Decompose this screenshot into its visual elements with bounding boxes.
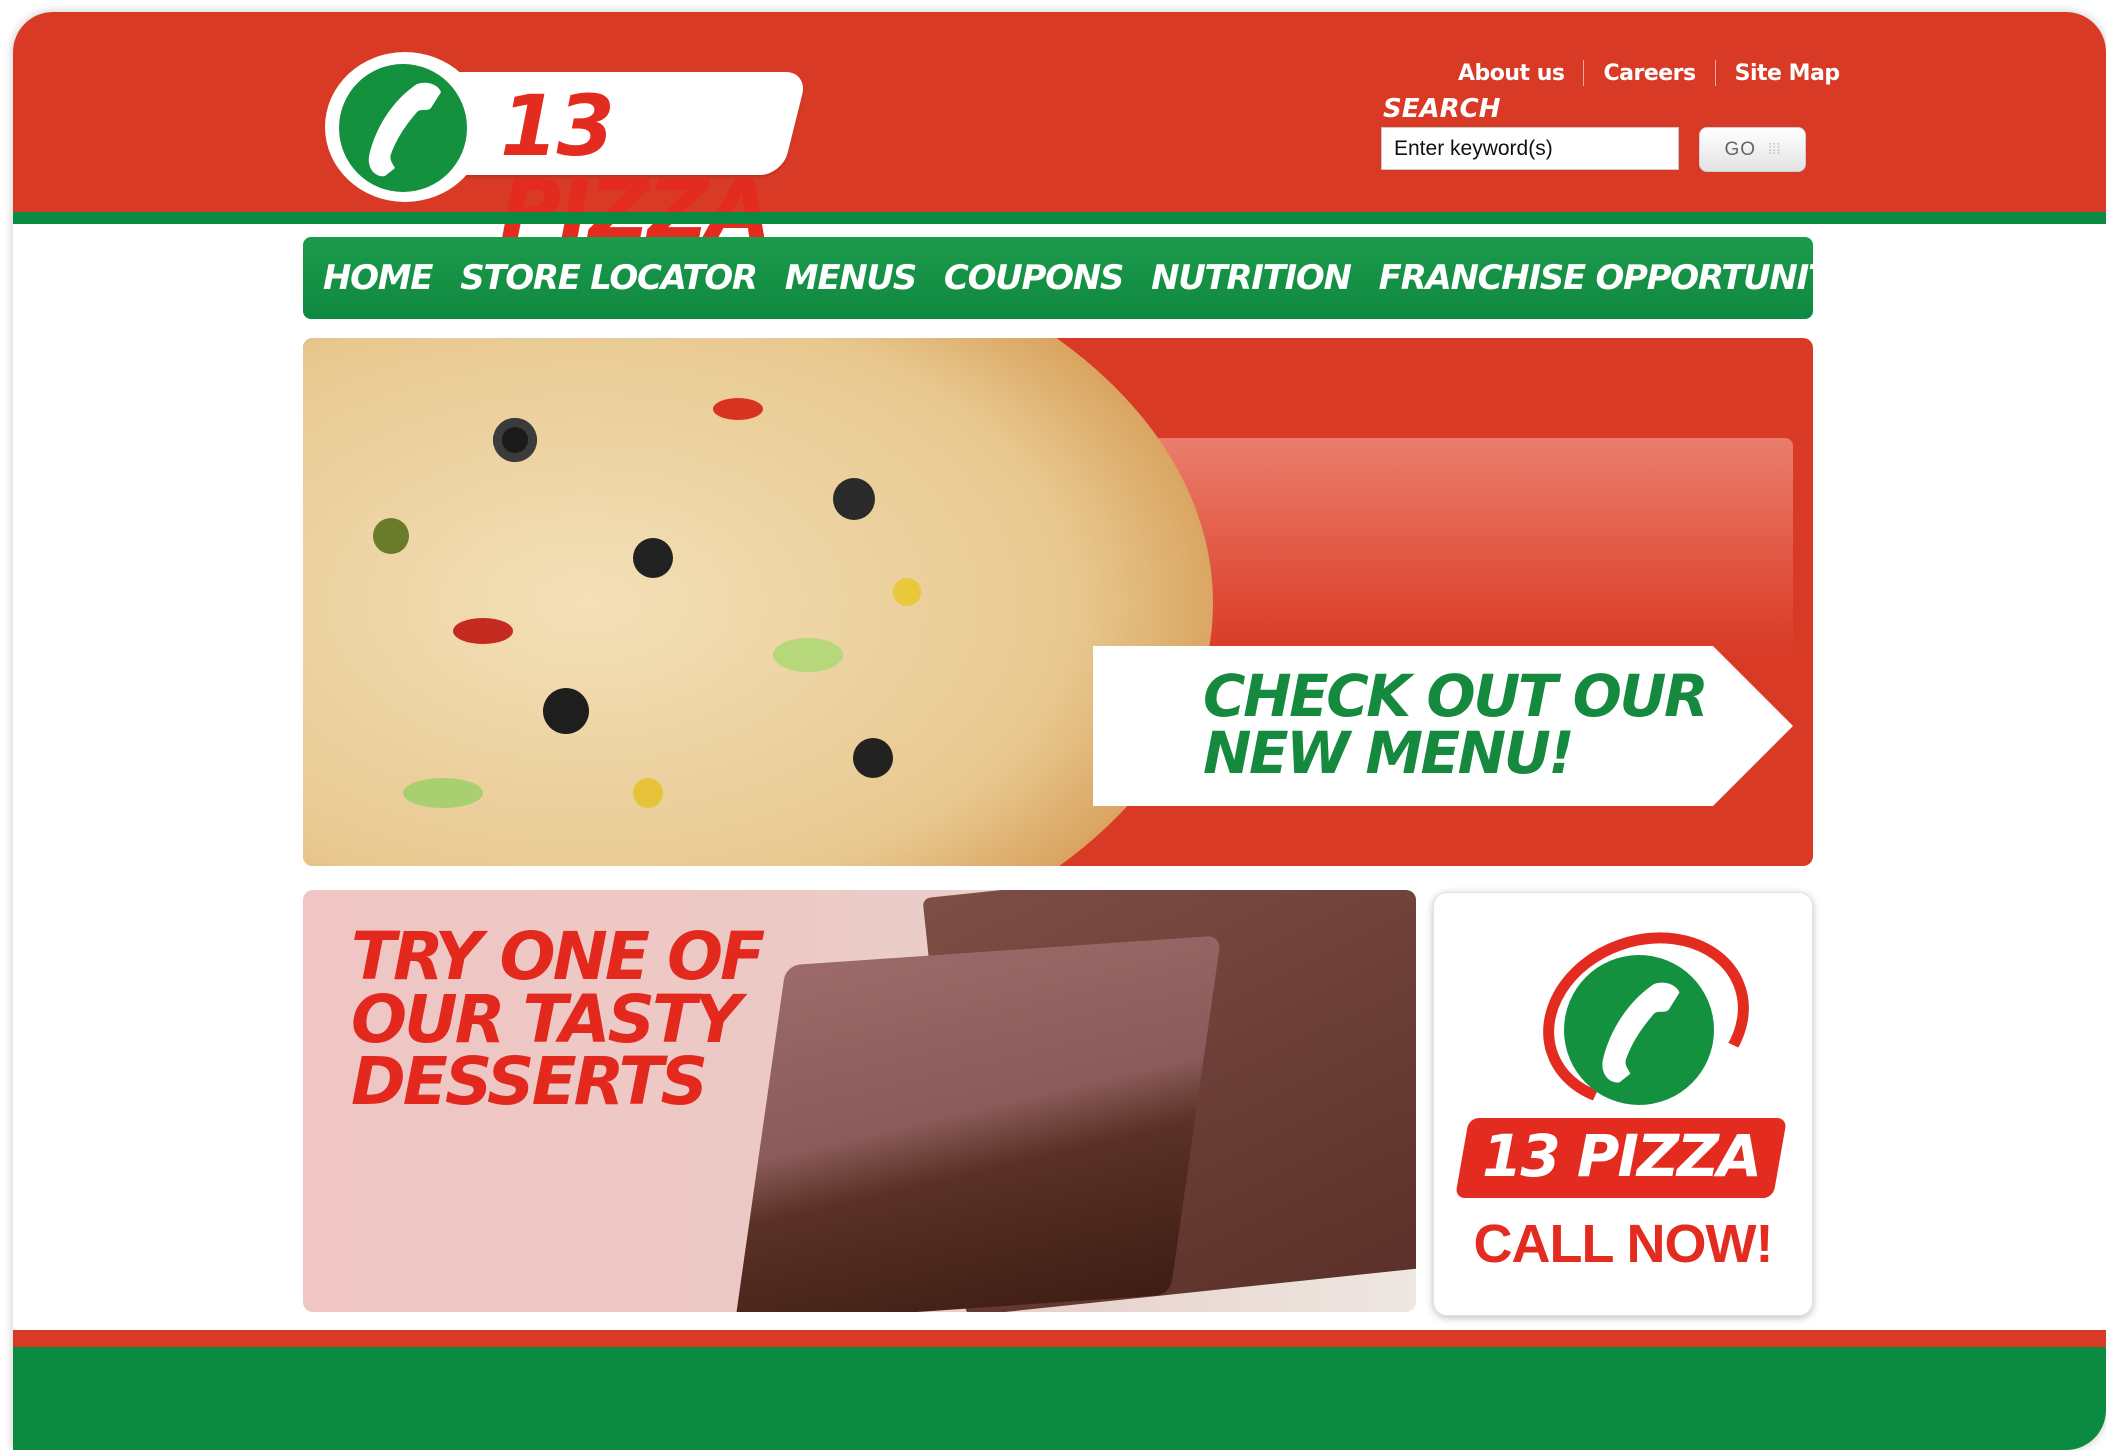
- logo-circle: [339, 64, 467, 192]
- phone-handset-icon: [1602, 982, 1680, 1083]
- main-nav: HOME STORE LOCATOR MENUS COUPONS NUTRITI…: [303, 237, 1888, 319]
- footer: [13, 1347, 2106, 1450]
- careers-link[interactable]: Careers: [1603, 61, 1696, 86]
- call-now-card[interactable]: 13 PIZZA CALL NOW!: [1433, 892, 1813, 1316]
- nav-item-franchise-opportunities[interactable]: FRANCHISE OPPORTUNITIES: [1379, 258, 1888, 298]
- nav-item-menus[interactable]: MENUS: [785, 258, 917, 298]
- nav-item-home[interactable]: HOME: [323, 258, 434, 298]
- nav-item-store-locator[interactable]: STORE LOCATOR: [460, 258, 758, 298]
- dessert-headline: TRY ONE OF OUR TASTY DESSERTS: [351, 918, 765, 1121]
- footer-red-stripe: [13, 1330, 2106, 1347]
- pepper-topping: [453, 618, 513, 644]
- call-card-brand: 13 PIZZA: [1482, 1122, 1762, 1190]
- hero-cta-line1: CHECK OUT OUR: [1203, 662, 1709, 730]
- olive-topping: [853, 738, 893, 778]
- about-us-link[interactable]: About us: [1458, 61, 1565, 86]
- link-divider: [1583, 60, 1585, 86]
- brand-logo[interactable]: 13 PIZZA: [325, 32, 880, 252]
- go-button-label: GO: [1724, 138, 1757, 160]
- site-map-link[interactable]: Site Map: [1735, 61, 1840, 86]
- search-input[interactable]: [1381, 127, 1679, 170]
- olive-topping: [373, 518, 409, 554]
- olive-topping: [833, 478, 875, 520]
- browser-frame: 13 PIZZA About us Careers Site Map SEARC…: [13, 12, 2106, 1450]
- dessert-line3: DESSERTS: [351, 1043, 708, 1121]
- hero-cta-line2: NEW MENU!: [1203, 718, 1575, 787]
- pepper-topping: [773, 638, 843, 672]
- phone-handset-icon: [368, 82, 441, 177]
- site-header: 13 PIZZA About us Careers Site Map SEARC…: [13, 12, 2106, 252]
- corn-topping: [633, 778, 663, 808]
- logo-circle: [1564, 955, 1714, 1105]
- link-divider: [1714, 60, 1716, 86]
- dessert-banner[interactable]: TRY ONE OF OUR TASTY DESSERTS: [303, 890, 1416, 1312]
- call-now-label: CALL NOW!: [1473, 1214, 1774, 1274]
- pepper-topping: [403, 778, 483, 808]
- search-go-button[interactable]: GO ⁞⁞⁞: [1699, 127, 1806, 172]
- utility-links: About us Careers Site Map: [1458, 58, 1840, 88]
- pepper-topping: [713, 398, 763, 420]
- header-divider: [13, 212, 2106, 224]
- dessert-line2: OUR TASTY: [351, 980, 742, 1058]
- pizza-image: [303, 338, 1213, 866]
- hero-cta-text[interactable]: CHECK OUT OUR NEW MENU!: [1203, 662, 1743, 787]
- logo-wordmark: 13 PIZZA: [500, 77, 772, 259]
- nav-item-coupons[interactable]: COUPONS: [944, 258, 1124, 298]
- grip-icon: ⁞⁞⁞: [1768, 141, 1781, 158]
- hero-banner[interactable]: CHECK OUT OUR NEW MENU!: [303, 338, 1813, 866]
- search-label: SEARCH: [1383, 94, 1501, 124]
- corn-topping: [893, 578, 921, 606]
- olive-topping: [493, 418, 537, 462]
- nav-item-nutrition[interactable]: NUTRITION: [1151, 258, 1352, 298]
- brownie-image: [734, 935, 1222, 1312]
- olive-topping: [543, 688, 589, 734]
- dessert-line1: TRY ONE OF: [351, 918, 765, 995]
- olive-topping: [633, 538, 673, 578]
